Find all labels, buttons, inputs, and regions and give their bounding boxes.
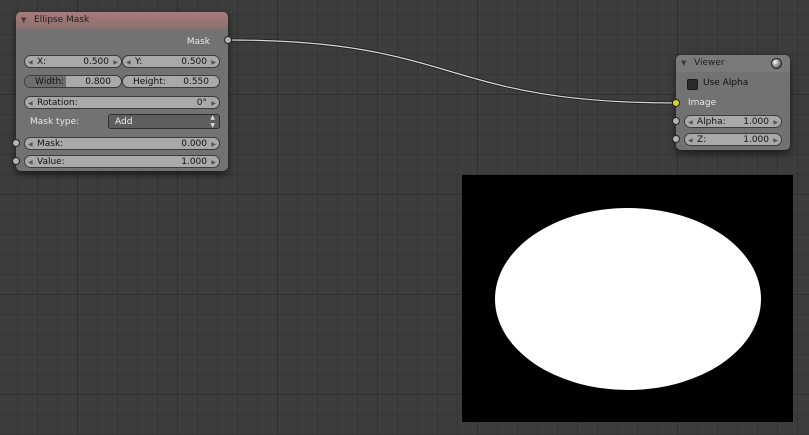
mask-output-socket[interactable] <box>224 36 232 44</box>
increment-arrow-icon[interactable]: ▶ <box>113 56 118 67</box>
x-label: X: <box>37 57 47 67</box>
increment-arrow-icon[interactable]: ▶ <box>773 134 778 145</box>
mask-type-label: Mask type: <box>30 117 80 127</box>
alpha-input-socket[interactable] <box>672 117 680 125</box>
width-label: Width: <box>35 77 65 87</box>
rotation-label: Rotation: <box>37 98 78 108</box>
rotation-field[interactable]: ◀ Rotation: 0° ▶ <box>24 96 220 109</box>
value-input-field[interactable]: ◀ Value: 1.000 ▶ <box>24 155 220 168</box>
alpha-label: Alpha: <box>697 117 726 127</box>
z-value: 1.000 <box>743 135 769 145</box>
use-alpha-label: Use Alpha <box>703 78 749 88</box>
increment-arrow-icon[interactable]: ▶ <box>211 156 216 167</box>
y-label: Y: <box>135 57 143 67</box>
node-title: Ellipse Mask <box>34 15 90 25</box>
decrement-arrow-icon[interactable]: ◀ <box>126 56 131 67</box>
use-alpha-checkbox[interactable] <box>687 79 698 90</box>
decrement-arrow-icon[interactable]: ◀ <box>28 156 33 167</box>
width-field[interactable]: Width: 0.800 <box>24 75 122 88</box>
height-label: Height: <box>133 77 166 87</box>
increment-arrow-icon[interactable]: ▶ <box>211 138 216 149</box>
viewer-backdrop-preview <box>462 175 793 422</box>
height-value: 0.550 <box>183 77 209 87</box>
ellipse-mask-shape <box>495 208 761 390</box>
increment-arrow-icon[interactable]: ▶ <box>211 97 216 108</box>
value-input-socket[interactable] <box>12 157 20 165</box>
mask-value: 0.000 <box>181 139 207 149</box>
z-field[interactable]: ◀ Z: 1.000 ▶ <box>684 133 782 146</box>
image-input-socket[interactable] <box>672 99 680 107</box>
ellipse-mask-node[interactable]: ▼ Ellipse Mask Mask ◀ X: 0.500 ▶ ◀ Y: 0.… <box>12 12 232 171</box>
node-header[interactable]: ▼ Ellipse Mask <box>16 12 228 29</box>
rotation-value: 0° <box>196 98 207 108</box>
mask-type-select[interactable]: Add ▲ ▼ <box>108 114 220 129</box>
viewer-node[interactable]: ▼ Viewer Use Alpha Image ◀ Alpha: 1.000 … <box>672 55 790 150</box>
collapse-triangle-icon[interactable]: ▼ <box>21 12 26 29</box>
image-label: Image <box>688 98 717 108</box>
mask-input-field[interactable]: ◀ Mask: 0.000 ▶ <box>24 137 220 150</box>
x-field[interactable]: ◀ X: 0.500 ▶ <box>24 55 122 68</box>
decrement-arrow-icon[interactable]: ◀ <box>28 56 33 67</box>
y-field[interactable]: ◀ Y: 0.500 ▶ <box>122 55 220 68</box>
mask-type-value: Add <box>115 117 133 127</box>
alpha-field[interactable]: ◀ Alpha: 1.000 ▶ <box>684 115 782 128</box>
collapse-triangle-icon[interactable]: ▼ <box>681 55 686 72</box>
decrement-arrow-icon[interactable]: ◀ <box>688 116 693 127</box>
output-mask-label: Mask <box>186 37 210 47</box>
updown-arrows-icon: ▲ ▼ <box>210 114 215 129</box>
decrement-arrow-icon[interactable]: ◀ <box>688 134 693 145</box>
increment-arrow-icon[interactable]: ▶ <box>211 56 216 67</box>
z-label: Z: <box>697 135 707 145</box>
increment-arrow-icon[interactable]: ▶ <box>773 116 778 127</box>
alpha-value: 1.000 <box>743 117 769 127</box>
decrement-arrow-icon[interactable]: ◀ <box>28 138 33 149</box>
mask-input-socket[interactable] <box>12 139 20 147</box>
material-ball-icon[interactable] <box>771 58 782 69</box>
z-input-socket[interactable] <box>672 135 680 143</box>
value-value: 1.000 <box>181 157 207 167</box>
mask-label: Mask: <box>37 139 64 149</box>
y-value: 0.500 <box>181 57 207 67</box>
value-label: Value: <box>37 157 65 167</box>
x-value: 0.500 <box>83 57 109 67</box>
decrement-arrow-icon[interactable]: ◀ <box>28 97 33 108</box>
height-field[interactable]: Height: 0.550 <box>122 75 220 88</box>
node-title: Viewer <box>694 58 725 68</box>
width-value: 0.800 <box>85 77 111 87</box>
node-header[interactable]: ▼ Viewer <box>676 55 790 72</box>
